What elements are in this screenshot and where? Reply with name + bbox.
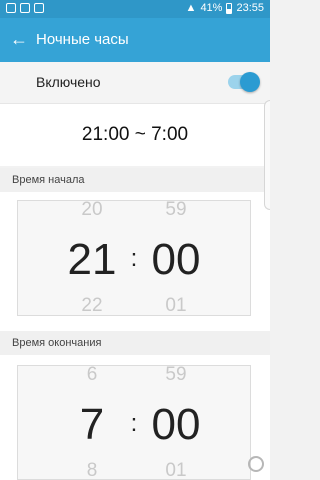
start-hour[interactable]: 21 [52,235,132,285]
switch-knob [240,72,260,92]
start-minute[interactable]: 00 [136,235,216,285]
battery-icon [226,2,233,14]
watermark-logo [248,456,264,472]
end-minute[interactable]: 00 [136,400,216,450]
status-indicators: ▲ 41% 23:55 [186,2,264,14]
end-hour-next[interactable]: 8 [62,460,122,480]
start-time-picker[interactable]: 20 59 21 : 00 22 01 [17,199,251,317]
app-bar: ← Ночные часы [0,18,270,62]
end-hour-prev[interactable]: 6 [62,364,122,386]
time-range: 21:00 ~ 7:00 [81,124,189,145]
notification-icon [20,3,30,13]
end-minute-next[interactable]: 01 [146,460,206,480]
start-hour-prev[interactable]: 20 [62,199,122,221]
enable-row[interactable]: Включено [0,62,270,104]
end-time-header: Время окончания [0,331,270,355]
enable-switch[interactable] [228,72,260,92]
edge-panel-handle[interactable] [264,100,270,210]
status-time: 23:55 [236,2,264,14]
start-minute-prev[interactable]: 59 [146,199,206,221]
end-hour[interactable]: 7 [52,400,132,450]
back-arrow-icon[interactable]: ← [8,28,30,50]
end-minute-prev[interactable]: 59 [146,364,206,386]
signal-icon: ▲ [185,2,197,14]
page-title: Ночные часы [36,31,129,48]
end-time-picker[interactable]: 6 59 7 : 00 8 01 [17,364,251,480]
notification-icon [6,3,16,13]
notification-icons [6,3,44,13]
summary-row: 21:00 ~ 7:00 [0,104,270,166]
battery-percent: 41% [200,2,223,14]
start-minute-next[interactable]: 01 [146,295,206,317]
status-bar: ▲ 41% 23:55 [0,0,270,18]
start-hour-next[interactable]: 22 [62,295,122,317]
start-time-header: Время начала [0,168,270,192]
enable-label: Включено [36,74,101,90]
notification-icon [34,3,44,13]
